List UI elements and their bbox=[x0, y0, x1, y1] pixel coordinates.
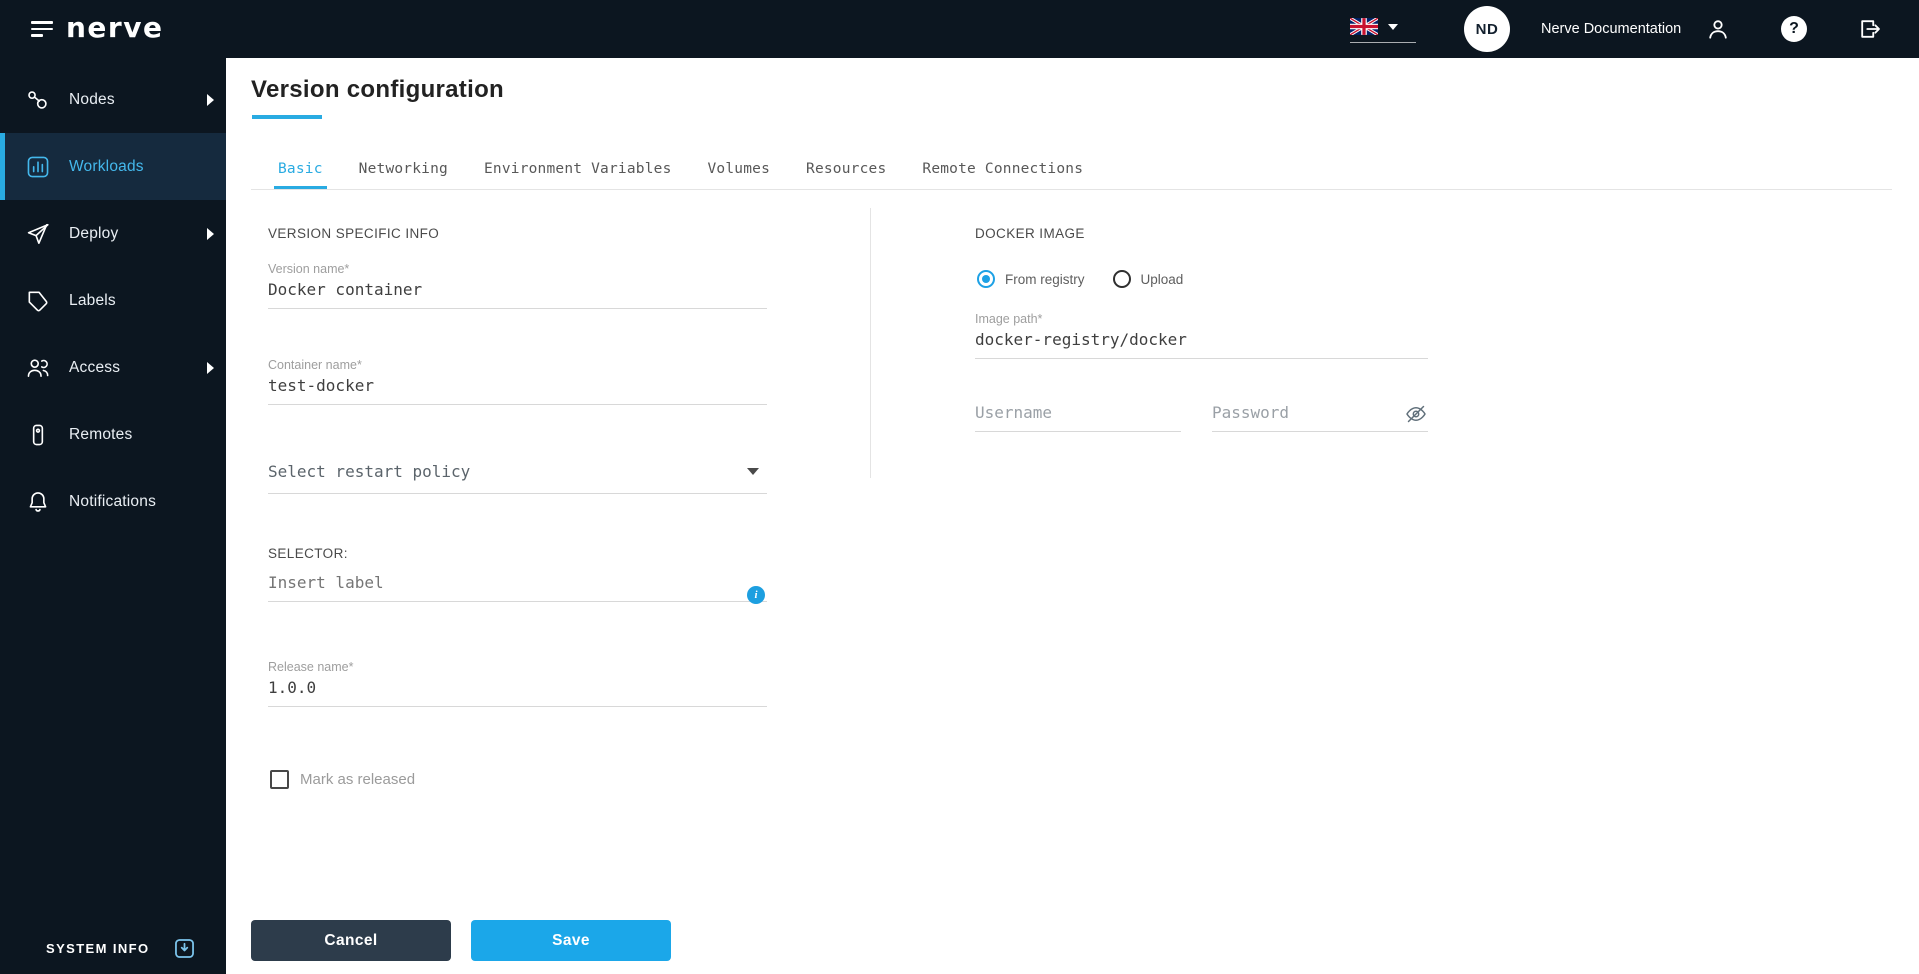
chevron-down-icon bbox=[747, 468, 759, 475]
image-path-field: Image path* bbox=[975, 312, 1428, 359]
remotes-icon bbox=[25, 422, 51, 448]
sidebar-item-label: Remotes bbox=[69, 426, 132, 444]
version-name-label: Version name* bbox=[268, 262, 767, 276]
tab-volumes[interactable]: Volumes bbox=[690, 152, 789, 189]
username-field bbox=[975, 400, 1181, 432]
container-name-field: Container name* bbox=[268, 358, 767, 405]
chevron-right-icon bbox=[207, 362, 214, 374]
notifications-icon bbox=[25, 489, 51, 515]
sidebar-item-notifications[interactable]: Notifications bbox=[0, 468, 226, 535]
tab-networking[interactable]: Networking bbox=[341, 152, 466, 189]
version-name-input[interactable] bbox=[268, 277, 767, 309]
upload-label: Upload bbox=[1141, 272, 1184, 287]
sidebar-item-label: Workloads bbox=[69, 158, 144, 176]
access-icon bbox=[25, 355, 51, 381]
sidebar-item-remotes[interactable]: Remotes bbox=[0, 401, 226, 468]
uk-flag-icon bbox=[1350, 18, 1378, 35]
tab-resources[interactable]: Resources bbox=[788, 152, 904, 189]
sidebar-item-label: Labels bbox=[69, 292, 116, 310]
image-path-label: Image path* bbox=[975, 312, 1428, 326]
menu-icon[interactable] bbox=[31, 17, 55, 41]
tabs-divider bbox=[251, 189, 1892, 190]
version-name-field: Version name* bbox=[268, 262, 767, 309]
mark-as-released-row[interactable]: Mark as released bbox=[270, 770, 415, 789]
page-title: Version configuration bbox=[251, 76, 504, 104]
image-source-radio-group: From registry Upload bbox=[977, 270, 1183, 288]
section-version-specific-info: VERSION SPECIFIC INFO bbox=[268, 226, 439, 241]
account-icon[interactable] bbox=[1705, 16, 1731, 42]
labels-icon bbox=[25, 288, 51, 314]
title-accent-bar bbox=[252, 115, 322, 119]
user-avatar[interactable]: ND bbox=[1464, 6, 1510, 52]
from-registry-radio[interactable] bbox=[977, 270, 995, 288]
main-content: Version configuration Basic Networking E… bbox=[226, 58, 1919, 974]
container-name-label: Container name* bbox=[268, 358, 767, 372]
system-info-label: SYSTEM INFO bbox=[46, 941, 150, 956]
username-input[interactable] bbox=[975, 400, 1181, 432]
topbar: nerve ND Nerve Documentation ? bbox=[0, 0, 1919, 58]
release-name-input[interactable] bbox=[268, 675, 767, 707]
cancel-button[interactable]: Cancel bbox=[251, 920, 451, 961]
system-info-button[interactable]: SYSTEM INFO bbox=[46, 936, 197, 961]
image-path-input[interactable] bbox=[975, 327, 1428, 359]
chevron-right-icon bbox=[207, 94, 214, 106]
sidebar-item-nodes[interactable]: Nodes bbox=[0, 66, 226, 133]
restart-policy-field: Select restart policy bbox=[268, 458, 767, 494]
save-button[interactable]: Save bbox=[471, 920, 671, 961]
workloads-icon bbox=[25, 154, 51, 180]
sidebar-item-deploy[interactable]: Deploy bbox=[0, 200, 226, 267]
restart-policy-placeholder: Select restart policy bbox=[268, 462, 470, 481]
restart-policy-select[interactable]: Select restart policy bbox=[268, 458, 767, 494]
tab-remote-connections[interactable]: Remote Connections bbox=[904, 152, 1101, 189]
chevron-down-icon bbox=[1388, 24, 1398, 30]
system-info-icon bbox=[172, 936, 197, 961]
password-visibility-icon[interactable] bbox=[1404, 402, 1428, 426]
sidebar-item-access[interactable]: Access bbox=[0, 334, 226, 401]
container-name-input[interactable] bbox=[268, 373, 767, 405]
selector-field: i bbox=[268, 570, 767, 602]
app-window: nerve ND Nerve Documentation ? bbox=[0, 0, 1919, 974]
from-registry-label: From registry bbox=[1005, 272, 1085, 287]
sidebar-item-label: Notifications bbox=[69, 493, 156, 511]
info-icon[interactable]: i bbox=[747, 586, 765, 604]
sidebar-item-workloads[interactable]: Workloads bbox=[0, 133, 226, 200]
mark-as-released-checkbox[interactable] bbox=[270, 770, 289, 789]
logout-icon[interactable] bbox=[1857, 16, 1883, 42]
section-selector: SELECTOR: bbox=[268, 546, 348, 561]
sidebar: Nodes Workloads Deploy Labels bbox=[0, 58, 226, 974]
tab-environment-variables[interactable]: Environment Variables bbox=[466, 152, 690, 189]
upload-radio[interactable] bbox=[1113, 270, 1131, 288]
sidebar-item-label: Nodes bbox=[69, 91, 115, 109]
help-icon[interactable]: ? bbox=[1781, 16, 1807, 42]
deploy-icon bbox=[25, 221, 51, 247]
section-docker-image: DOCKER IMAGE bbox=[975, 226, 1085, 241]
column-divider bbox=[870, 208, 871, 478]
password-field bbox=[1212, 400, 1428, 432]
password-input[interactable] bbox=[1212, 400, 1428, 432]
release-name-label: Release name* bbox=[268, 660, 767, 674]
nerve-logo[interactable]: nerve bbox=[66, 11, 163, 44]
mark-as-released-label: Mark as released bbox=[300, 771, 415, 788]
tab-bar: Basic Networking Environment Variables V… bbox=[260, 152, 1101, 189]
sidebar-item-labels[interactable]: Labels bbox=[0, 267, 226, 334]
release-name-field: Release name* bbox=[268, 660, 767, 707]
tab-basic[interactable]: Basic bbox=[260, 152, 341, 189]
sidebar-item-label: Deploy bbox=[69, 225, 118, 243]
chevron-right-icon bbox=[207, 228, 214, 240]
nodes-icon bbox=[25, 87, 51, 113]
language-selector[interactable] bbox=[1350, 15, 1416, 43]
selector-input[interactable] bbox=[268, 570, 767, 602]
sidebar-item-label: Access bbox=[69, 359, 120, 377]
documentation-link[interactable]: Nerve Documentation bbox=[1541, 21, 1681, 37]
